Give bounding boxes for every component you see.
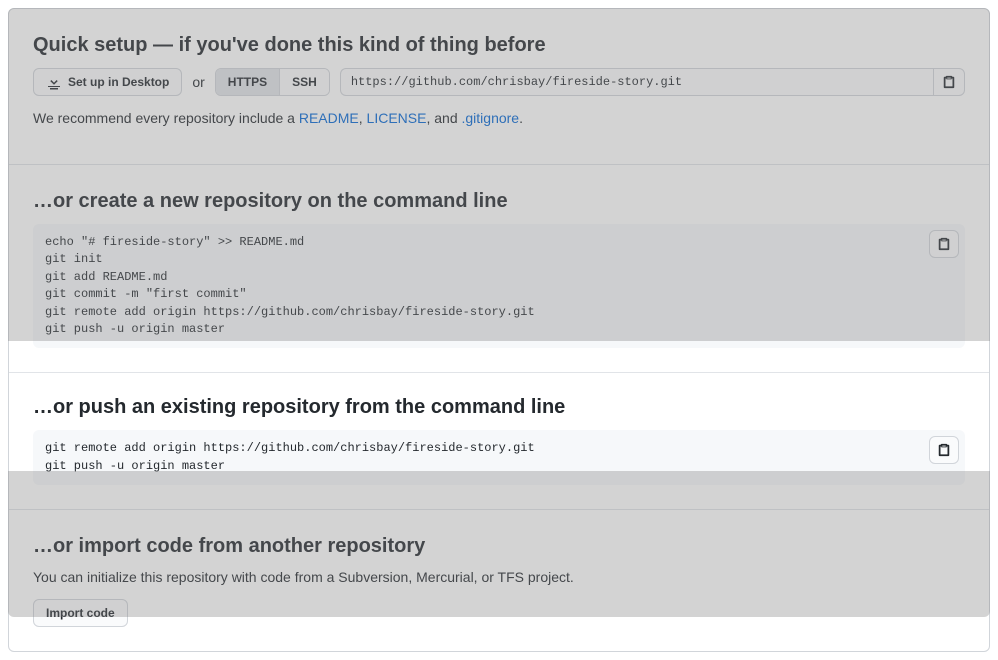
push-existing-heading: …or push an existing repository from the… <box>33 395 965 420</box>
gitignore-link[interactable]: .gitignore <box>462 110 520 126</box>
copy-push-code-button[interactable] <box>929 436 959 464</box>
create-repo-code[interactable]: echo "# fireside-story" >> README.md git… <box>45 235 535 336</box>
quick-setup-heading: Quick setup — if you've done this kind o… <box>33 33 965 58</box>
create-repo-code-block: echo "# fireside-story" >> README.md git… <box>33 224 965 348</box>
import-repo-heading: …or import code from another repository <box>33 534 965 559</box>
clone-url-input[interactable] <box>340 68 933 96</box>
setup-in-desktop-button[interactable]: Set up in Desktop <box>33 68 182 96</box>
empty-repo-setup-panel: Quick setup — if you've done this kind o… <box>8 8 990 652</box>
clipboard-icon <box>937 443 951 457</box>
copy-create-code-button[interactable] <box>929 230 959 258</box>
quick-setup-section: Quick setup — if you've done this kind o… <box>9 9 989 165</box>
license-link[interactable]: LICENSE <box>367 110 427 126</box>
clone-url-wrap <box>340 68 965 96</box>
import-code-label: Import code <box>46 606 115 620</box>
readme-link[interactable]: README <box>299 110 359 126</box>
import-code-button[interactable]: Import code <box>33 599 128 627</box>
desktop-download-icon <box>46 74 62 90</box>
copy-url-button[interactable] <box>933 68 965 96</box>
push-existing-section: …or push an existing repository from the… <box>9 373 989 510</box>
recommend-text: We recommend every repository include a … <box>33 110 965 126</box>
or-text: or <box>192 74 204 90</box>
push-existing-code[interactable]: git remote add origin https://github.com… <box>45 441 535 472</box>
clone-row: Set up in Desktop or HTTPS SSH <box>33 68 965 96</box>
create-repo-heading: …or create a new repository on the comma… <box>33 189 965 214</box>
import-repo-body: You can initialize this repository with … <box>33 569 965 585</box>
import-repo-section: …or import code from another repository … <box>9 510 989 651</box>
push-existing-code-block: git remote add origin https://github.com… <box>33 430 965 485</box>
clipboard-icon <box>942 75 956 89</box>
https-tab[interactable]: HTTPS <box>216 69 279 95</box>
ssh-tab[interactable]: SSH <box>279 69 329 95</box>
protocol-tabs: HTTPS SSH <box>215 68 330 96</box>
setup-in-desktop-label: Set up in Desktop <box>68 75 169 89</box>
create-repo-section: …or create a new repository on the comma… <box>9 165 989 373</box>
clipboard-icon <box>937 237 951 251</box>
